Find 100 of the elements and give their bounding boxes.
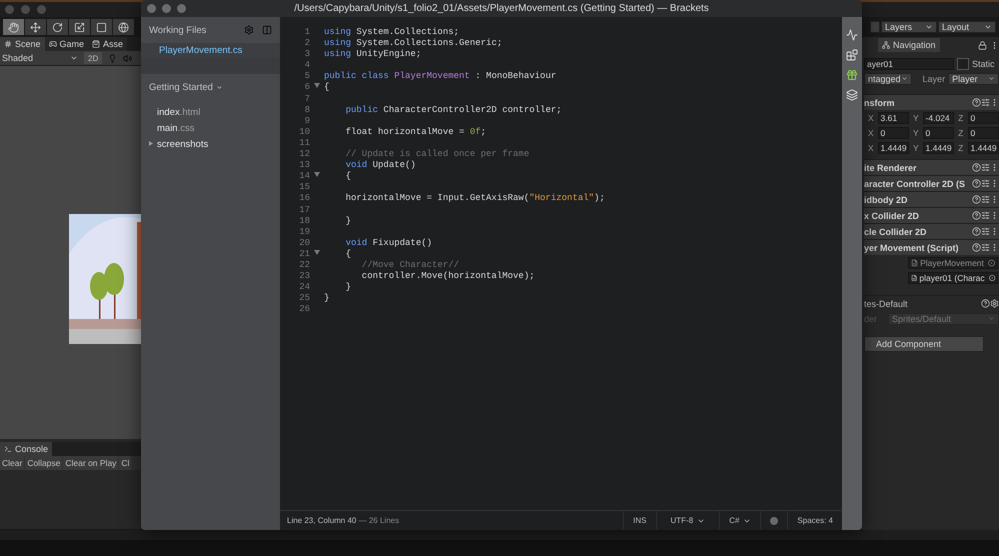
- line-number: 15: [298, 182, 310, 194]
- sliders-icon[interactable]: [981, 227, 990, 236]
- console-button[interactable]: Cl: [119, 456, 132, 470]
- hash-icon: [4, 40, 12, 48]
- help-icon[interactable]: [972, 243, 981, 252]
- sliders-icon[interactable]: [981, 98, 990, 107]
- sliders-icon[interactable]: [981, 195, 990, 204]
- fold-arrow-icon[interactable]: [314, 83, 320, 88]
- tool-button[interactable]: [69, 19, 90, 35]
- layers-icon[interactable]: [846, 89, 858, 101]
- fold-arrow-icon[interactable]: [314, 172, 320, 178]
- number-field[interactable]: 1.4449: [922, 142, 954, 154]
- view-tab[interactable]: Scene: [0, 37, 45, 51]
- project-dropdown[interactable]: Getting Started: [141, 80, 280, 94]
- fold-arrow-icon[interactable]: [314, 250, 320, 255]
- window-control-dot[interactable]: [5, 5, 14, 14]
- cursor-position: Line 23, Column 40 — 26 Lines: [286, 516, 400, 525]
- line-number: 11: [298, 138, 310, 150]
- help-icon[interactable]: [972, 98, 981, 107]
- tool-button[interactable]: [3, 19, 24, 35]
- window-control-dot[interactable]: [177, 4, 186, 13]
- view-tab[interactable]: Asse: [88, 37, 128, 51]
- 2d-toggle[interactable]: 2D: [84, 52, 102, 64]
- object-field[interactable]: player01 (Charac: [908, 272, 998, 284]
- insert-mode[interactable]: INS: [623, 511, 656, 530]
- linter-status-icon[interactable]: [770, 516, 778, 524]
- console-button[interactable]: Collapse: [25, 456, 62, 470]
- static-checkbox[interactable]: [957, 58, 969, 70]
- line-number: 24: [298, 282, 310, 294]
- bag-icon: [92, 40, 100, 48]
- blocks-icon[interactable]: [846, 49, 858, 61]
- number-field[interactable]: 1.4449: [968, 142, 999, 154]
- console-button[interactable]: Clear on Play: [63, 456, 118, 470]
- line-number: 6: [304, 82, 310, 94]
- line-number: 16: [298, 193, 310, 204]
- console-button[interactable]: Clear: [0, 456, 24, 470]
- window-control-dot[interactable]: [147, 4, 156, 13]
- number-field[interactable]: 0: [968, 126, 999, 138]
- console-tab[interactable]: Console: [0, 442, 52, 456]
- chart-line-icon[interactable]: [846, 29, 858, 41]
- line-number: 10: [298, 126, 310, 138]
- layer-dropdown[interactable]: Player: [948, 72, 999, 84]
- navigation-icon: [882, 41, 890, 49]
- line-number: 9: [304, 116, 310, 127]
- code-line: {: [324, 82, 330, 94]
- working-files-heading: Working Files: [149, 24, 208, 36]
- gift-icon[interactable]: [846, 69, 858, 81]
- number-field[interactable]: 0: [968, 112, 999, 124]
- working-file[interactable]: PlayerMovement.cs: [141, 43, 280, 58]
- add-component-button[interactable]: Add Component: [864, 336, 984, 352]
- object-name-field[interactable]: ayer01: [864, 58, 954, 70]
- layout-dropdown[interactable]: Layout: [938, 21, 996, 33]
- help-icon[interactable]: [981, 299, 990, 308]
- code-line: }: [344, 216, 352, 227]
- tool-button[interactable]: [25, 19, 46, 35]
- encoding-dropdown[interactable]: UTF-8: [656, 511, 720, 530]
- shading-dropdown[interactable]: Shaded: [0, 53, 78, 63]
- line-number: 2: [304, 38, 310, 50]
- file-tree-item[interactable]: index.html: [141, 104, 280, 120]
- line-number: 19: [298, 226, 310, 238]
- tool-button[interactable]: [91, 19, 112, 35]
- code-line: public class PlayerMovement : MonoBehaviour: [324, 71, 556, 82]
- material-title: tes-Default: [864, 298, 909, 308]
- number-field[interactable]: 0: [922, 126, 954, 138]
- line-number: 4: [304, 60, 310, 72]
- code-line: float horizontalMove = 0f;: [344, 126, 486, 138]
- rotate-icon: [52, 22, 63, 32]
- file-tree-item[interactable]: main.css: [141, 120, 280, 136]
- folder-tree-item[interactable]: screenshots: [141, 136, 280, 152]
- help-icon[interactable]: [972, 179, 981, 188]
- caret-icon: [988, 315, 995, 322]
- lock-icon[interactable]: [978, 40, 987, 50]
- number-field[interactable]: -4.024: [922, 112, 954, 124]
- expand-arrow-icon[interactable]: [149, 141, 153, 146]
- navigation-tab[interactable]: Navigation: [878, 38, 940, 52]
- window-control-dot[interactable]: [37, 5, 46, 14]
- number-field[interactable]: 3.61: [878, 112, 909, 124]
- view-tab[interactable]: Game: [44, 37, 88, 51]
- line-number: 1: [304, 27, 310, 38]
- sliders-icon[interactable]: [981, 243, 990, 252]
- sliders-icon[interactable]: [981, 211, 990, 220]
- sliders-icon[interactable]: [981, 163, 990, 172]
- sliders-icon[interactable]: [981, 179, 990, 188]
- layers-dropdown[interactable]: Layers: [881, 21, 937, 33]
- number-field[interactable]: 1.4449: [878, 142, 909, 154]
- tool-button[interactable]: [47, 19, 68, 35]
- help-icon[interactable]: [972, 163, 981, 172]
- code-line: {: [344, 248, 352, 260]
- line-number: 7: [304, 94, 310, 105]
- language-dropdown[interactable]: C#: [719, 511, 760, 530]
- tag-dropdown[interactable]: ntagged: [864, 72, 912, 84]
- window-control-dot[interactable]: [21, 5, 30, 14]
- help-icon[interactable]: [972, 195, 981, 204]
- help-icon[interactable]: [972, 211, 981, 220]
- line-number: 21: [298, 248, 310, 260]
- window-control-dot[interactable]: [162, 4, 171, 13]
- console-icon: [4, 445, 12, 453]
- help-icon[interactable]: [972, 227, 981, 236]
- number-field[interactable]: 0: [878, 126, 909, 138]
- tool-button[interactable]: [113, 19, 134, 35]
